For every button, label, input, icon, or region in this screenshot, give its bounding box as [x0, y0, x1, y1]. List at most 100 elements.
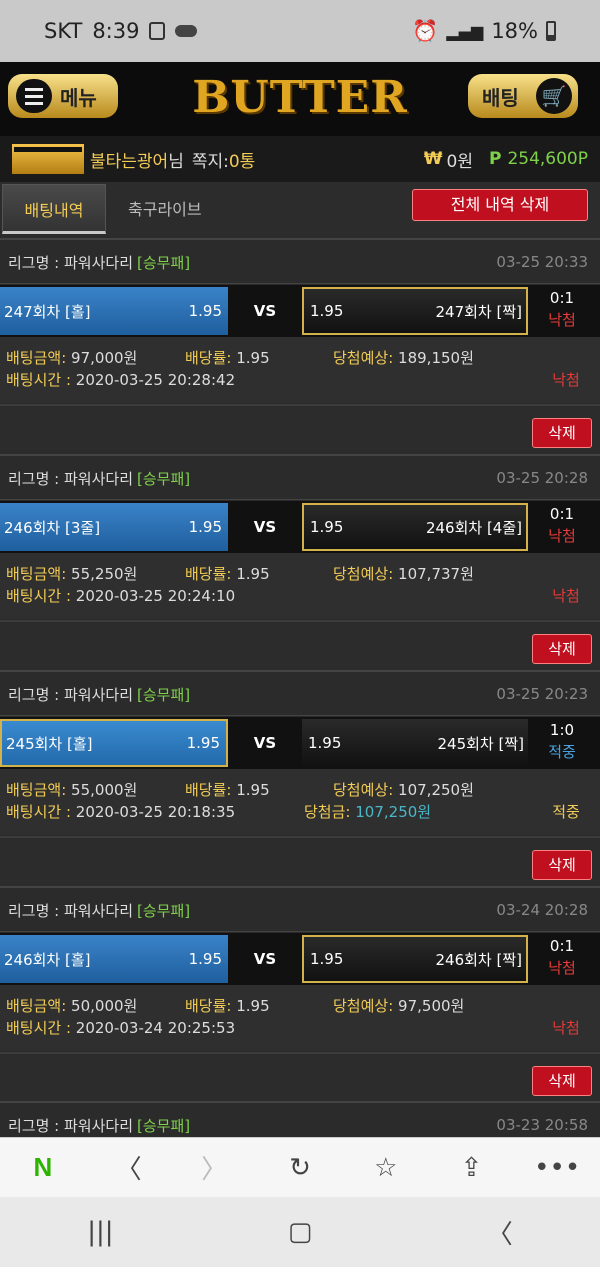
away-pick[interactable]: 1.95 245회차 [짝]: [302, 719, 528, 767]
result-status-bottom: 낙첨: [552, 371, 580, 389]
bet-card-footer: 삭제: [0, 620, 600, 670]
vs-label: VS: [253, 734, 277, 752]
bet-amount: 97,000원: [71, 349, 138, 367]
result-status: 적중: [548, 743, 576, 761]
hamburger-icon: [16, 79, 52, 113]
league-name: 리그명 : 파워사다리 [승무패]: [8, 1117, 191, 1135]
bet-odds: 1.95: [236, 781, 270, 799]
away-team: 246회차 [4줄]: [425, 518, 522, 537]
home-icon[interactable]: ▢: [288, 1217, 313, 1247]
site-logo[interactable]: BUTTER: [180, 74, 420, 122]
home-odds: 1.95: [188, 950, 222, 968]
forward-icon[interactable]: 〉: [171, 1149, 257, 1186]
bet-date: 03-25 20:33: [496, 253, 588, 271]
home-team: 247회차 [홀]: [4, 302, 91, 321]
clock: 8:39: [92, 19, 140, 43]
delete-button[interactable]: 삭제: [532, 418, 592, 448]
result-status: 낙첨: [548, 311, 576, 329]
bet-card: 리그명 : 파워사다리 [승무패] 03-24 20:28 246회차 [홀] 1…: [0, 886, 600, 1102]
alarm-icon: ⏰: [412, 18, 439, 43]
away-pick[interactable]: 1.95 246회차 [짝]: [302, 935, 528, 983]
home-pick[interactable]: 246회차 [홀] 1.95: [0, 935, 228, 983]
username[interactable]: 불타는광어: [90, 147, 168, 172]
system-nav-bar: ||| ▢ 〈: [0, 1197, 600, 1267]
bet-time: 2020-03-25 20:28:42: [75, 371, 236, 389]
bet-match-row: 245회차 [홀] 1.95 VS 1.95 245회차 [짝] 1:0 적중: [0, 717, 600, 769]
message-count[interactable]: 0통: [229, 147, 255, 172]
share-icon[interactable]: ⇪: [429, 1153, 515, 1183]
site-header: 메뉴 BUTTER 배팅 🛒: [0, 62, 600, 136]
bet-card-header: 리그명 : 파워사다리 [승무패] 03-25 20:23: [0, 670, 600, 716]
bookmark-star-icon[interactable]: ☆: [343, 1153, 429, 1183]
bet-amount: 55,250원: [71, 565, 138, 583]
bet-amount: 50,000원: [71, 997, 138, 1015]
bet-card-header: 리그명 : 파워사다리 [승무패] 03-24 20:28: [0, 886, 600, 932]
battery-level: 18%: [491, 19, 538, 43]
result-status-bottom: 적중: [552, 803, 580, 821]
recent-apps-icon[interactable]: |||: [87, 1217, 113, 1247]
bet-button[interactable]: 배팅 🛒: [468, 74, 578, 118]
naver-home-button[interactable]: N: [0, 1152, 86, 1183]
home-odds: 1.95: [188, 518, 222, 536]
delete-all-button[interactable]: 전체 내역 삭제: [412, 189, 588, 221]
win-amount-label: 당첨금:: [304, 803, 351, 821]
bet-card: 리그명 : 파워사다리 [승무패] 03-25 20:33 247회차 [홀] 1…: [0, 238, 600, 454]
refresh-icon[interactable]: ↻: [257, 1153, 343, 1183]
won-icon: ₩: [423, 149, 443, 169]
time-label: 배팅시간 :: [6, 1019, 76, 1037]
menu-button[interactable]: 메뉴: [8, 74, 118, 118]
cloud-icon: [175, 25, 198, 37]
bet-card-footer: 삭제: [0, 836, 600, 886]
user-bar: 불타는광어 님 쪽지: 0통 ₩ 0원 P 254,600P: [0, 136, 600, 182]
result-status-bottom: 낙첨: [552, 1019, 580, 1037]
league-name: 리그명 : 파워사다리 [승무패]: [8, 902, 191, 920]
vs-label: VS: [253, 950, 277, 968]
bet-card-footer: 삭제: [0, 404, 600, 454]
score-box: 0:1 낙첨: [532, 503, 592, 547]
delete-button[interactable]: 삭제: [532, 1066, 592, 1096]
home-pick[interactable]: 246회차 [3줄] 1.95: [0, 503, 228, 551]
odds-label: 배당률:: [185, 565, 232, 583]
bet-card-header: 리그명 : 파워사다리 [승무패] 03-25 20:28: [0, 454, 600, 500]
away-pick[interactable]: 1.95 246회차 [4줄]: [302, 503, 528, 551]
bet-info: 배팅금액: 55,250원 배당률: 1.95 당첨예상: 107,737원 배…: [0, 553, 600, 619]
more-icon[interactable]: •••: [514, 1153, 600, 1183]
result-status: 낙첨: [548, 527, 576, 545]
bet-odds: 1.95: [236, 565, 270, 583]
notification-icon: [149, 22, 166, 40]
home-team: 245회차 [홀]: [6, 734, 93, 753]
away-pick[interactable]: 1.95 247회차 [짝]: [302, 287, 528, 335]
message-label: 쪽지:: [191, 151, 229, 172]
cart-icon: 🛒: [536, 78, 572, 114]
home-pick[interactable]: 245회차 [홀] 1.95: [0, 719, 228, 767]
back-nav-icon[interactable]: 〈: [487, 1214, 513, 1251]
vs-label: VS: [253, 518, 277, 536]
odds-label: 배당률:: [185, 349, 232, 367]
expected-win: 107,737원: [398, 565, 474, 583]
expected-label: 당첨예상:: [333, 565, 394, 583]
amount-label: 배팅금액:: [6, 781, 67, 799]
bet-type: [승무패]: [137, 686, 191, 704]
league-name: 리그명 : 파워사다리 [승무패]: [8, 470, 191, 488]
signal-icon: ▂▄▆: [446, 21, 484, 41]
tab-bar: 배팅내역 축구라이브 전체 내역 삭제: [0, 182, 600, 238]
bet-date: 03-23 20:58: [496, 1116, 588, 1134]
result-status: 낙첨: [548, 959, 576, 977]
tab-soccer-live[interactable]: 축구라이브: [128, 196, 202, 220]
score: 1:0: [549, 721, 575, 739]
home-pick[interactable]: 247회차 [홀] 1.95: [0, 287, 228, 335]
back-icon[interactable]: 〈: [86, 1149, 172, 1186]
score-box: 0:1 낙첨: [532, 935, 592, 979]
delete-button[interactable]: 삭제: [532, 850, 592, 880]
time-label: 배팅시간 :: [6, 371, 76, 389]
tab-bet-history[interactable]: 배팅내역: [2, 184, 106, 234]
battery-icon: [546, 21, 556, 41]
score-box: 1:0 적중: [532, 719, 592, 763]
home-team: 246회차 [3줄]: [4, 518, 101, 537]
delete-button[interactable]: 삭제: [532, 634, 592, 664]
away-odds: 1.95: [308, 734, 342, 752]
expected-win: 189,150원: [398, 349, 474, 367]
away-team: 247회차 [짝]: [435, 302, 522, 321]
balance-value: 0원: [446, 151, 473, 172]
bet-time: 2020-03-24 20:25:53: [75, 1019, 236, 1037]
